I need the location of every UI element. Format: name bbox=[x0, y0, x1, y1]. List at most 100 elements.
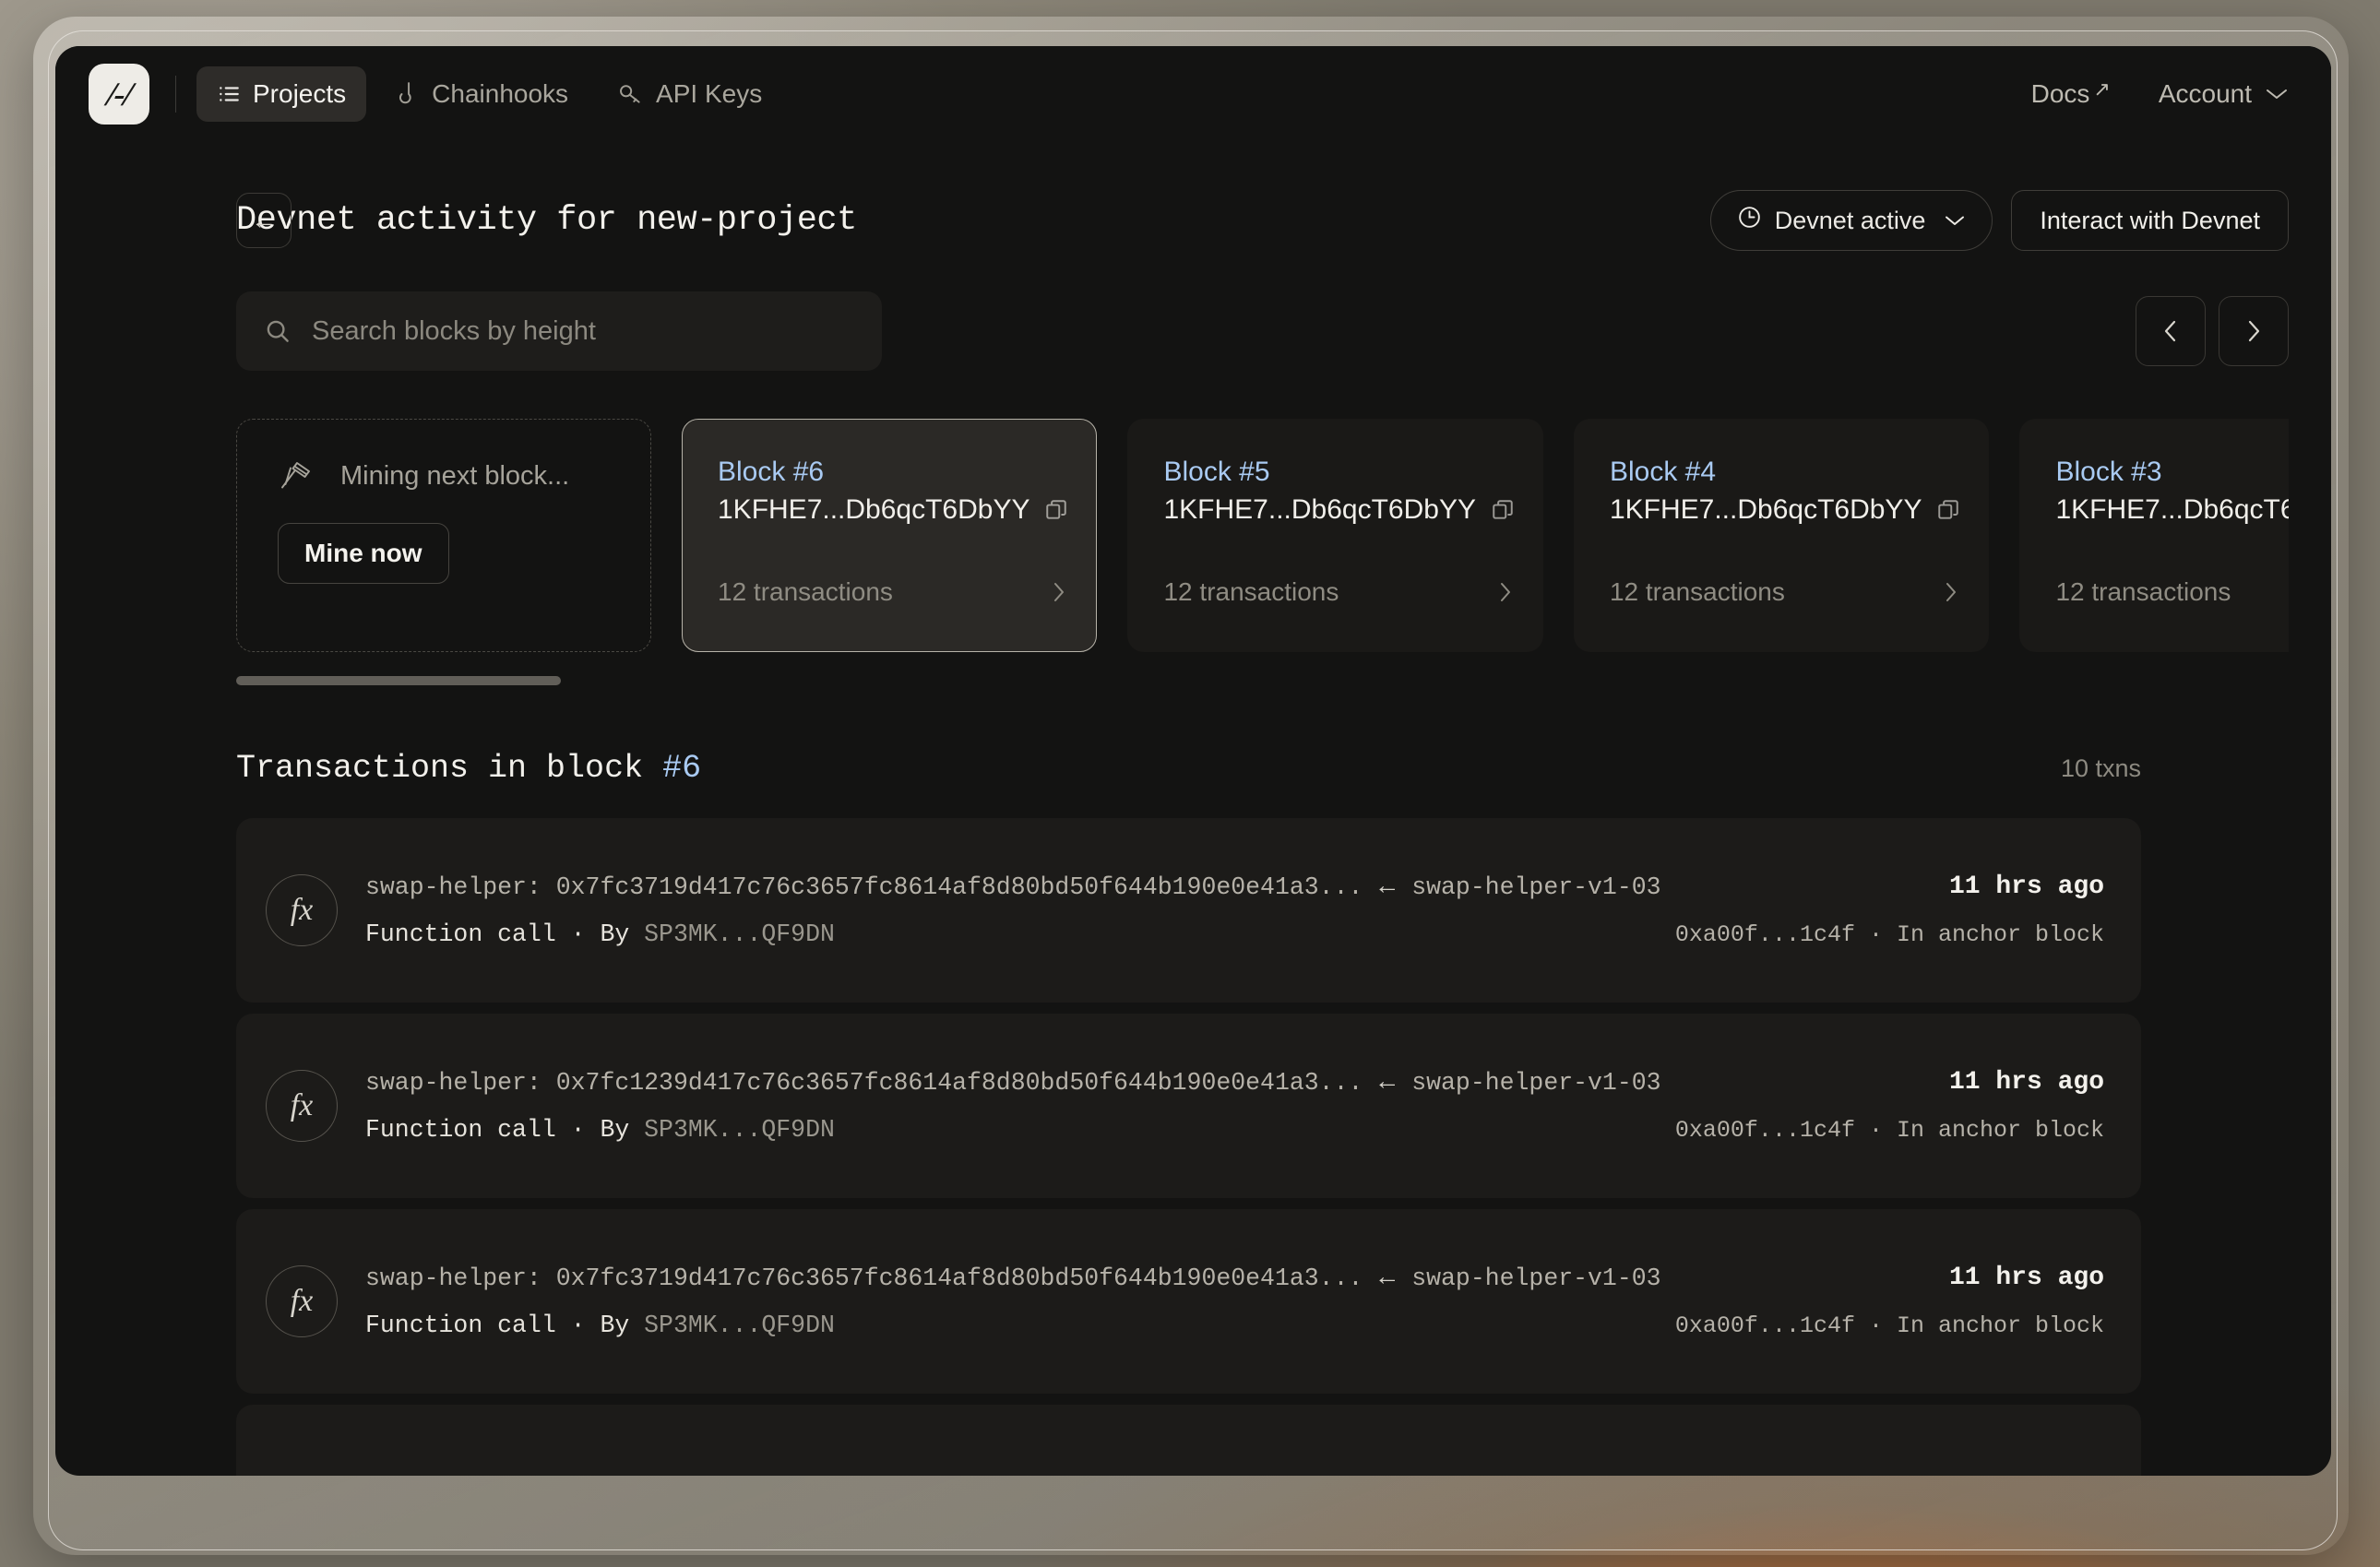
blocks-strip-scrollbar[interactable] bbox=[236, 676, 2328, 685]
transaction-sender: SP3MK...QF9DN bbox=[644, 1116, 835, 1144]
nav-item-api-keys[interactable]: API Keys bbox=[598, 66, 782, 122]
transaction-row[interactable]: fx swap-helper: 0x7fc3719d417c76c3657fc8… bbox=[236, 818, 2141, 1003]
nav-item-projects[interactable]: Projects bbox=[196, 66, 366, 122]
transaction-sender: SP3MK...QF9DN bbox=[644, 920, 835, 948]
account-menu[interactable]: Account bbox=[2159, 79, 2289, 109]
transaction-time: 11 hrs ago bbox=[1675, 1264, 2104, 1292]
mining-next-block-card: Mining next block... Mine now bbox=[236, 419, 651, 652]
transaction-row[interactable]: fx swap-helper: 0x7fc1239d417c76c3657fc8… bbox=[236, 1014, 2141, 1198]
transaction-contract-call: swap-helper: 0x7fc3719d417c76c3657fc8614… bbox=[365, 1264, 1363, 1292]
nav-item-label: Chainhooks bbox=[432, 79, 568, 109]
function-call-icon: fx bbox=[266, 874, 338, 946]
nav-item-label: Projects bbox=[253, 79, 346, 109]
chevron-down-icon bbox=[2265, 87, 2289, 101]
transaction-call-line: swap-helper: 0x7fc3719d417c76c3657fc8614… bbox=[365, 1264, 1638, 1293]
block-number: Block #5 bbox=[1163, 457, 1514, 488]
external-link-icon: ↗ bbox=[2093, 77, 2110, 101]
block-hash-row: 1KFHE7...Db6qcT6DbYY bbox=[1163, 494, 1514, 526]
transaction-sender: SP3MK...QF9DN bbox=[644, 1312, 835, 1339]
mining-status-label: Mining next block... bbox=[340, 461, 569, 492]
transaction-kind: Function call · By bbox=[365, 1312, 644, 1339]
block-hash: 1KFHE7...Db6qcT6DbYY bbox=[1610, 494, 1922, 526]
transaction-meta-block: 11 hrs ago 0xa00f...1c4f · In anchor blo… bbox=[1638, 1264, 2104, 1339]
function-call-icon: fx bbox=[266, 1070, 338, 1142]
transactions-list: fx swap-helper: 0x7fc3719d417c76c3657fc8… bbox=[236, 818, 2141, 1476]
chevron-right-icon bbox=[1050, 578, 1068, 606]
block-footer: 12 transactions bbox=[1163, 577, 1514, 607]
nav-item-chainhooks[interactable]: Chainhooks bbox=[375, 66, 589, 122]
transaction-contract-call: swap-helper: 0x7fc1239d417c76c3657fc8614… bbox=[365, 1069, 1363, 1097]
scrollbar-thumb[interactable] bbox=[236, 676, 561, 685]
top-navigation-bar: /-/ Projects bbox=[55, 46, 2331, 142]
previous-page-button[interactable] bbox=[2136, 296, 2206, 366]
interact-with-devnet-button[interactable]: Interact with Devnet bbox=[2011, 190, 2289, 251]
hook-icon bbox=[396, 81, 420, 107]
mine-now-button[interactable]: Mine now bbox=[278, 523, 449, 584]
block-transactions-count: 12 transactions bbox=[718, 577, 893, 607]
transactions-title-block: #6 bbox=[662, 750, 701, 787]
clock-icon bbox=[1737, 205, 1762, 236]
devnet-status-label: Devnet active bbox=[1775, 207, 1926, 235]
transaction-contract-call: swap-helper: 0x7fc3719d417c76c3657fc8614… bbox=[365, 873, 1363, 901]
blocks-pagination bbox=[2136, 296, 2289, 366]
nav-item-label: API Keys bbox=[656, 79, 762, 109]
transaction-kind-line: Function call · By SP3MK...QF9DN bbox=[365, 1312, 1638, 1339]
app-logo[interactable]: /-/ bbox=[89, 64, 149, 125]
mining-status-row: Mining next block... bbox=[278, 458, 650, 493]
block-hash-row: 1KFHE7...Db6qcT6DbYY bbox=[2055, 494, 2289, 526]
transaction-target: swap-helper-v1-03 bbox=[1411, 873, 1660, 901]
devnet-status-dropdown[interactable]: Devnet active bbox=[1710, 190, 1993, 251]
nav-divider bbox=[175, 76, 176, 113]
function-call-icon: fx bbox=[266, 1265, 338, 1337]
arrow-left-icon: ← bbox=[1379, 1069, 1395, 1098]
transaction-status: 0xa00f...1c4f · In anchor block bbox=[1675, 921, 2104, 948]
page-header-row: ← Devnet activity for new-project Devnet… bbox=[89, 190, 2289, 251]
transaction-meta-block: 11 hrs ago 0xa00f...1c4f · In anchor blo… bbox=[1638, 1068, 2104, 1144]
transaction-target: swap-helper-v1-03 bbox=[1411, 1264, 1660, 1292]
copy-icon[interactable] bbox=[1491, 498, 1515, 522]
back-button[interactable]: ← bbox=[236, 193, 292, 248]
transaction-call-line: swap-helper: 0x7fc1239d417c76c3657fc8614… bbox=[365, 1069, 1638, 1098]
copy-icon[interactable] bbox=[1044, 498, 1068, 522]
transactions-header: Transactions in block #6 10 txns bbox=[89, 750, 2289, 787]
block-transactions-count: 12 transactions bbox=[1610, 577, 1785, 607]
list-icon bbox=[217, 82, 241, 106]
transaction-row[interactable] bbox=[236, 1405, 2141, 1476]
transaction-status: 0xa00f...1c4f · In anchor block bbox=[1675, 1312, 2104, 1339]
block-card[interactable]: Block #4 1KFHE7...Db6qcT6DbYY 12 transac… bbox=[1574, 419, 1989, 652]
block-card[interactable]: Block #5 1KFHE7...Db6qcT6DbYY 12 transac… bbox=[1127, 419, 1542, 652]
transactions-title: Transactions in block #6 bbox=[236, 750, 701, 787]
block-card[interactable]: Block #3 1KFHE7...Db6qcT6DbYY 12 transac… bbox=[2019, 419, 2289, 652]
search-row bbox=[89, 291, 2289, 371]
next-page-button[interactable] bbox=[2219, 296, 2289, 366]
block-footer: 12 transactions bbox=[718, 577, 1068, 607]
transaction-row[interactable]: fx swap-helper: 0x7fc3719d417c76c3657fc8… bbox=[236, 1209, 2141, 1394]
app-window: /-/ Projects bbox=[55, 46, 2331, 1476]
transaction-call-line: swap-helper: 0x7fc3719d417c76c3657fc8614… bbox=[365, 873, 1638, 902]
blocks-strip[interactable]: Mining next block... Mine now Block #6 1… bbox=[89, 419, 2289, 652]
transaction-meta-block: 11 hrs ago 0xa00f...1c4f · In anchor blo… bbox=[1638, 873, 2104, 948]
docs-link[interactable]: Docs ↗ bbox=[2031, 79, 2111, 109]
block-transactions-count: 12 transactions bbox=[2055, 577, 2231, 607]
chevron-right-icon bbox=[1496, 578, 1515, 606]
transactions-count-label: 10 txns bbox=[2061, 754, 2141, 783]
transaction-kind-line: Function call · By SP3MK...QF9DN bbox=[365, 1116, 1638, 1144]
page-header-actions: Devnet active Interact with Devnet bbox=[1710, 190, 2289, 251]
copy-icon[interactable] bbox=[1936, 498, 1960, 522]
block-transactions-count: 12 transactions bbox=[1163, 577, 1339, 607]
nav-items: Projects Chainhooks AP bbox=[196, 66, 782, 122]
chevron-down-icon bbox=[1944, 214, 1966, 227]
arrow-left-icon: ← bbox=[1379, 873, 1395, 902]
arrow-left-icon: ← bbox=[1379, 1264, 1395, 1293]
search-box[interactable] bbox=[236, 291, 882, 371]
search-input[interactable] bbox=[312, 316, 854, 347]
block-card[interactable]: Block #6 1KFHE7...Db6qcT6DbYY 12 transac… bbox=[682, 419, 1097, 652]
block-footer: 12 transactions bbox=[1610, 577, 1960, 607]
transaction-main: swap-helper: 0x7fc3719d417c76c3657fc8614… bbox=[365, 873, 1638, 948]
block-hash: 1KFHE7...Db6qcT6DbYY bbox=[2055, 494, 2289, 526]
hammer-icon bbox=[278, 458, 316, 493]
block-hash-row: 1KFHE7...Db6qcT6DbYY bbox=[1610, 494, 1960, 526]
back-arrow-icon: ← bbox=[251, 206, 277, 235]
transaction-target: swap-helper-v1-03 bbox=[1411, 1069, 1660, 1097]
transaction-time: 11 hrs ago bbox=[1675, 873, 2104, 901]
